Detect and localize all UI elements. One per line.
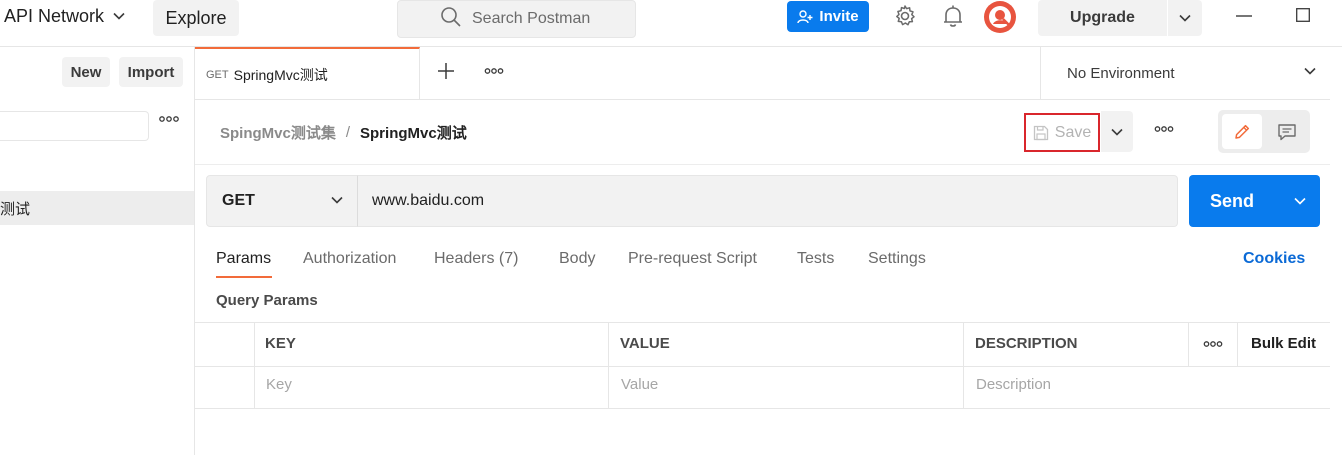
- tabs-divider: [195, 99, 1330, 100]
- breadcrumb: SpingMvc测试集 / SpringMvc测试: [220, 122, 467, 143]
- save-icon: [1033, 125, 1048, 140]
- breadcrumb-request-name[interactable]: SpringMvc测试: [360, 122, 467, 143]
- query-params-title: Query Params: [216, 292, 318, 309]
- column-header-value: VALUE: [620, 335, 670, 352]
- sidebar: New Import 测试: [0, 47, 195, 455]
- avatar[interactable]: [984, 1, 1016, 33]
- tab-headers[interactable]: Headers (7): [434, 250, 518, 268]
- search-input[interactable]: Search Postman: [397, 0, 636, 38]
- chevron-down-icon: [1293, 197, 1306, 205]
- column-header-description: DESCRIPTION: [975, 335, 1078, 352]
- param-value-input[interactable]: Value: [621, 376, 658, 393]
- environment-selector[interactable]: No Environment: [1040, 47, 1330, 100]
- table-border-header: [195, 366, 1330, 367]
- breadcrumb-collection[interactable]: SpingMvc测试集: [220, 122, 336, 143]
- invite-label: Invite: [819, 8, 859, 25]
- table-col-divider: [1237, 323, 1238, 366]
- notification-bell-icon[interactable]: [940, 3, 966, 29]
- tab-name-label: SpringMvc测试: [233, 66, 328, 83]
- new-tab-plus-icon[interactable]: [437, 62, 455, 80]
- breadcrumb-separator: /: [345, 124, 351, 141]
- add-user-icon: [797, 9, 813, 23]
- send-label: Send: [1209, 190, 1254, 211]
- table-border-bottom: [195, 408, 1330, 409]
- request-more-icon[interactable]: [1154, 125, 1174, 133]
- active-tab-indicator: [216, 276, 272, 278]
- tab-authorization[interactable]: Authorization: [303, 250, 396, 268]
- table-col-divider: [963, 323, 964, 408]
- maximize-window-icon[interactable]: [1296, 8, 1310, 22]
- send-dropdown[interactable]: [1279, 175, 1320, 227]
- column-header-key: KEY: [265, 335, 296, 352]
- environment-label: No Environment: [1067, 65, 1175, 82]
- search-placeholder: Search Postman: [472, 10, 591, 27]
- tab-tests[interactable]: Tests: [797, 250, 834, 268]
- param-description-input[interactable]: Description: [976, 376, 1051, 393]
- tab-params[interactable]: Params: [216, 250, 271, 268]
- new-button[interactable]: New: [62, 57, 110, 87]
- url-input[interactable]: www.baidu.com: [357, 175, 1178, 227]
- edit-mode-pencil-icon[interactable]: [1222, 114, 1262, 149]
- top-bar: API Network Explore Search Postman Invit…: [0, 0, 1342, 47]
- search-icon: [441, 7, 461, 27]
- comment-icon[interactable]: [1268, 114, 1306, 149]
- explore-button[interactable]: Explore: [153, 0, 239, 36]
- param-key-input[interactable]: Key: [266, 376, 292, 393]
- invite-button[interactable]: Invite: [787, 1, 869, 32]
- settings-gear-icon[interactable]: [892, 3, 918, 29]
- table-col-divider: [254, 323, 255, 408]
- bulk-edit-button[interactable]: Bulk Edit: [1251, 335, 1316, 352]
- tab-settings[interactable]: Settings: [868, 250, 926, 268]
- table-more-icon[interactable]: [1203, 340, 1223, 348]
- user-avatar-icon: [989, 6, 1011, 28]
- minimize-window-icon[interactable]: [1236, 15, 1252, 17]
- tabs-more-icon[interactable]: [484, 67, 504, 75]
- import-button[interactable]: Import: [119, 57, 183, 87]
- send-button[interactable]: Send: [1189, 175, 1320, 227]
- table-col-divider: [608, 323, 609, 408]
- upgrade-button[interactable]: Upgrade: [1038, 0, 1167, 36]
- table-col-divider: [1188, 323, 1189, 366]
- chevron-down-icon: [1304, 67, 1316, 75]
- url-value: www.baidu.com: [372, 192, 485, 209]
- save-dropdown[interactable]: [1101, 111, 1133, 152]
- table-border-top: [195, 322, 1330, 323]
- method-select[interactable]: GET: [206, 175, 358, 227]
- tab-springmvc[interactable]: GET SpringMvc测试: [195, 47, 420, 100]
- sidebar-item-label: 测试: [0, 200, 31, 218]
- workspace-label: API Network: [4, 5, 105, 26]
- breadcrumb-divider: [195, 164, 1330, 165]
- chevron-down-icon: [331, 196, 343, 204]
- sidebar-item-request[interactable]: 测试: [0, 191, 194, 225]
- cookies-link[interactable]: Cookies: [1243, 250, 1305, 268]
- more-options-icon[interactable]: [158, 115, 180, 123]
- workspace-menu[interactable]: API Network: [4, 0, 125, 32]
- chevron-down-icon: [1179, 14, 1191, 22]
- tab-method-label: GET: [206, 68, 229, 81]
- sidebar-filter-input[interactable]: [0, 111, 149, 141]
- method-label: GET: [222, 192, 255, 209]
- save-label: Save: [1054, 123, 1092, 141]
- upgrade-dropdown[interactable]: [1168, 0, 1202, 36]
- tab-body[interactable]: Body: [559, 250, 595, 268]
- chevron-down-icon: [113, 12, 125, 20]
- tab-pre-request-script[interactable]: Pre-request Script: [628, 250, 757, 268]
- chevron-down-icon: [1111, 128, 1123, 136]
- save-button[interactable]: Save: [1024, 113, 1100, 152]
